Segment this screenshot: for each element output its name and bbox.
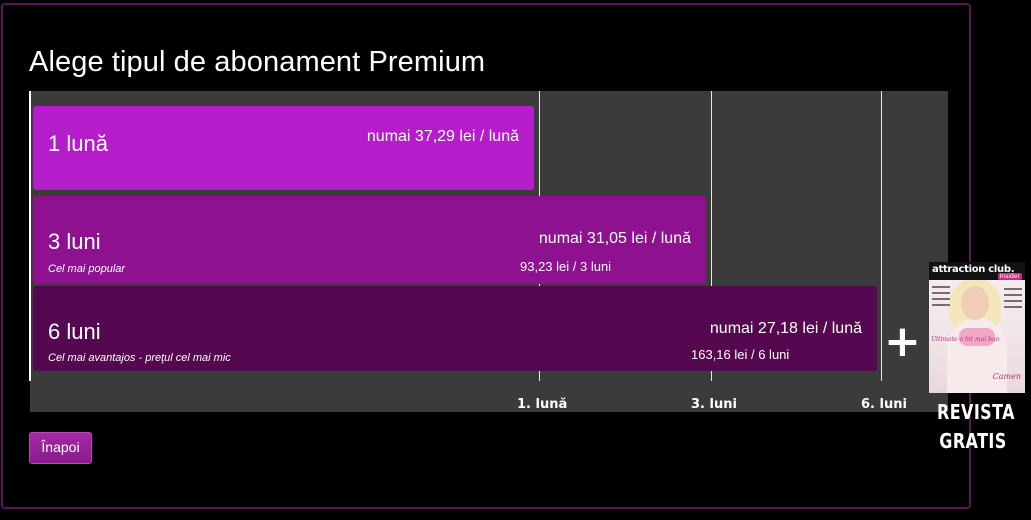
plan-period: 1 lună: [48, 131, 108, 156]
cover-model-face: [961, 286, 989, 320]
free-label-line-1: REVISTA: [937, 400, 1015, 424]
plan-subtitle: Cel mai avantajos - preţul cel mai mic: [48, 352, 231, 364]
plan-price: numai 37,29 lei / lună: [366, 128, 519, 145]
magazine-cover-line: Ultimate o bit mai bun: [931, 336, 1000, 343]
cover-text-line: [1004, 288, 1022, 290]
magazine-cover-image: attraction club. Insider Ultimate o bit …: [929, 262, 1025, 393]
plan-total: 93,23 lei / 3 luni: [520, 259, 612, 274]
gridline-6-luni: [881, 91, 882, 381]
plan-subtitle: Cel mai popular: [48, 263, 126, 275]
chart-axis-left: [29, 91, 31, 381]
plan-option-6-luni[interactable]: 6 luni Cel mai avantajos - preţul cel ma…: [33, 286, 877, 371]
cover-text-line: [1004, 294, 1022, 296]
free-magazine-label: REVISTA GRATIS: [937, 398, 1015, 456]
plan-total: 163,16 lei / 6 luni: [691, 347, 790, 362]
page-title: Alege tipul de abonament Premium: [29, 46, 486, 78]
cover-text-line: [1004, 300, 1022, 302]
cover-text-line: [932, 304, 950, 306]
plan-option-3-luni[interactable]: 3 luni Cel mai popular numai 31,05 lei /…: [33, 196, 706, 284]
plan-price: numai 31,05 lei / lună: [538, 230, 691, 247]
plus-icon: +: [884, 316, 921, 367]
cover-text-line: [932, 286, 950, 288]
plan-option-1-luna[interactable]: 1 lună numai 37,29 lei / lună: [33, 106, 534, 190]
tick-label-3-luni: 3. luni: [691, 397, 737, 412]
magazine-subtitle: Insider: [997, 273, 1022, 280]
tick-label-1-luna: 1. lună: [517, 397, 568, 412]
cover-text-line: [1004, 306, 1022, 308]
cover-text-line: [932, 292, 950, 294]
back-button[interactable]: Înapoi: [29, 432, 92, 464]
tick-label-6-luni: 6. luni: [861, 397, 907, 412]
plan-period: 3 luni: [48, 229, 101, 254]
free-label-line-2: GRATIS: [939, 429, 1007, 453]
cover-text-line: [932, 298, 950, 300]
plan-price: numai 27,18 lei / lună: [709, 320, 862, 337]
magazine-cover-name: Camen: [992, 372, 1021, 381]
plan-period: 6 luni: [48, 319, 101, 344]
